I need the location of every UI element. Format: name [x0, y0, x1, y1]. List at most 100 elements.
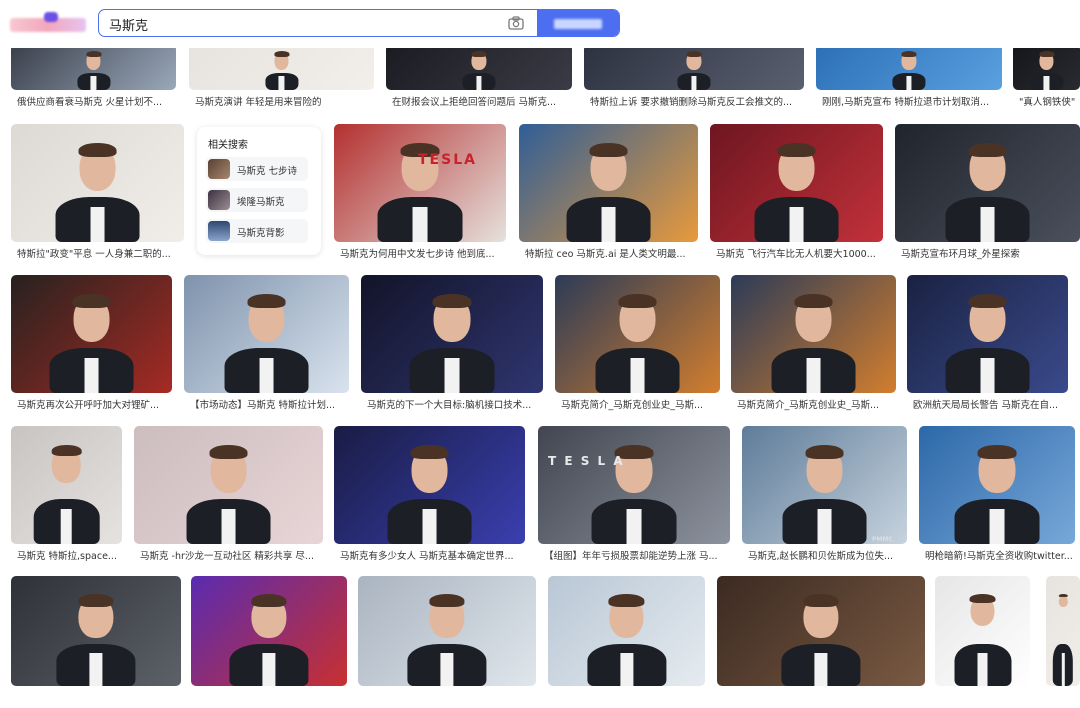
result-caption[interactable]: 马斯克 飞行汽车比无人机要大1000...	[716, 246, 883, 260]
image-result-tile[interactable]: 马斯克演讲 年轻是用来冒险的	[189, 44, 374, 112]
image-result-tile[interactable]: 马斯克宣布环月球_外星探索	[895, 124, 1080, 264]
image-result-tile[interactable]: 马斯克简介_马斯克创业史_马斯...	[555, 275, 720, 415]
image-result-tile[interactable]: 马斯克 飞行汽车比无人机要大1000...	[710, 124, 883, 264]
result-thumbnail[interactable]	[11, 426, 122, 544]
search-button[interactable]	[537, 10, 619, 36]
image-result-tile[interactable]	[358, 576, 536, 708]
result-thumbnail[interactable]	[191, 576, 347, 686]
image-result-tile[interactable]: "真人钢铁侠"	[1013, 44, 1080, 112]
result-caption[interactable]: 【市场动态】马斯克 特斯拉计划...	[190, 397, 349, 411]
result-thumbnail[interactable]	[519, 124, 698, 242]
result-thumbnail[interactable]	[816, 44, 1002, 90]
image-result-tile[interactable]: 明枪暗箭!马斯克全资收购twitter...	[919, 426, 1075, 566]
image-result-tile[interactable]: 欧洲航天局局长警告 马斯克在自...	[907, 275, 1068, 415]
result-caption[interactable]: 在财报会议上拒绝回答问题后 马斯克...	[392, 94, 572, 108]
tesla-sign-text: T E S L A	[548, 454, 625, 468]
result-thumbnail[interactable]	[11, 44, 176, 90]
person-silhouette	[1029, 44, 1064, 90]
result-caption[interactable]: 欧洲航天局局长警告 马斯克在自...	[913, 397, 1068, 411]
result-caption[interactable]: 马斯克 -hr沙龙一互动社区 精彩共享 尽...	[140, 548, 323, 562]
image-result-tile[interactable]	[11, 576, 181, 708]
image-result-tile[interactable]: 马斯克再次公开呼吁加大对锂矿...	[11, 275, 172, 415]
result-thumbnail[interactable]	[11, 124, 184, 242]
result-thumbnail[interactable]	[538, 426, 730, 544]
image-result-tile[interactable]: 特斯拉"政变"平息 一人身兼二职的...	[11, 124, 184, 264]
image-result-tile[interactable]: 在财报会议上拒绝回答问题后 马斯克...	[386, 44, 572, 112]
result-caption[interactable]: 马斯克简介_马斯克创业史_马斯...	[561, 397, 720, 411]
image-result-tile[interactable]: 特斯拉上诉 要求撤销删除马斯克反工会推文的...	[584, 44, 804, 112]
result-caption[interactable]: 【组图】年年亏损股票却能逆势上涨 马...	[544, 548, 730, 562]
result-thumbnail[interactable]	[11, 576, 181, 686]
result-thumbnail[interactable]	[334, 426, 525, 544]
image-result-tile[interactable]: 马斯克 -hr沙龙一互动社区 精彩共享 尽...	[134, 426, 323, 566]
site-logo[interactable]	[10, 12, 88, 34]
watermark-text: PMMC	[872, 536, 893, 543]
result-caption[interactable]: 刚刚,马斯克宣布 特斯拉退市计划取消...	[822, 94, 1002, 108]
result-thumbnail[interactable]	[189, 44, 374, 90]
image-result-tile[interactable]: 马斯克,赵长鹏和贝佐斯成为位失...	[742, 426, 907, 566]
person-silhouette	[771, 275, 856, 393]
image-result-tile[interactable]: 俄供应商看衰马斯克 火星计划不...	[11, 44, 176, 112]
image-result-tile[interactable]	[935, 576, 1030, 708]
result-caption[interactable]: 马斯克再次公开呼吁加大对锂矿...	[17, 397, 172, 411]
image-result-tile[interactable]	[717, 576, 925, 708]
result-thumbnail[interactable]	[334, 124, 506, 242]
result-thumbnail[interactable]	[548, 576, 705, 686]
person-silhouette	[781, 576, 861, 686]
related-thumb	[208, 159, 230, 179]
image-result-tile[interactable]: 马斯克简介_马斯克创业史_马斯...	[731, 275, 896, 415]
result-thumbnail[interactable]	[11, 275, 172, 393]
image-result-tile[interactable]: 特斯拉 ceo 马斯克.ai 是人类文明最...	[519, 124, 698, 264]
result-thumbnail[interactable]	[710, 124, 883, 242]
result-caption[interactable]: 马斯克宣布环月球_外星探索	[901, 246, 1080, 260]
result-thumbnail[interactable]	[919, 426, 1075, 544]
result-thumbnail[interactable]	[584, 44, 804, 90]
image-result-tile[interactable]: 【组图】年年亏损股票却能逆势上涨 马...	[538, 426, 730, 566]
image-result-tile[interactable]	[191, 576, 347, 708]
image-result-tile[interactable]: 刚刚,马斯克宣布 特斯拉退市计划取消...	[816, 44, 1002, 112]
result-thumbnail[interactable]	[361, 275, 543, 393]
image-result-tile[interactable]: 马斯克的下一个大目标:脑机接口技术...	[361, 275, 543, 415]
person-silhouette	[229, 576, 309, 686]
result-thumbnail[interactable]	[895, 124, 1080, 242]
result-thumbnail[interactable]	[935, 576, 1030, 686]
result-caption[interactable]: 马斯克简介_马斯克创业史_马斯...	[737, 397, 896, 411]
result-caption[interactable]: 马斯克的下一个大目标:脑机接口技术...	[367, 397, 543, 411]
related-item[interactable]: 马斯克 七步诗	[206, 157, 308, 181]
result-caption[interactable]: 特斯拉上诉 要求撤销删除马斯克反工会推文的...	[590, 94, 804, 108]
camera-icon[interactable]	[508, 16, 524, 30]
result-thumbnail[interactable]	[184, 275, 349, 393]
result-caption[interactable]: 明枪暗箭!马斯克全资收购twitter...	[925, 548, 1075, 562]
result-thumbnail[interactable]	[907, 275, 1068, 393]
search-input[interactable]	[109, 10, 489, 36]
result-thumbnail[interactable]	[386, 44, 572, 90]
result-caption[interactable]: 马斯克 特斯拉,space...	[17, 548, 122, 562]
person-silhouette	[224, 275, 309, 393]
result-thumbnail[interactable]	[358, 576, 536, 686]
related-item[interactable]: 埃隆马斯克	[206, 188, 308, 212]
result-thumbnail[interactable]	[717, 576, 925, 686]
result-thumbnail[interactable]	[731, 275, 896, 393]
image-result-tile[interactable]	[1046, 576, 1080, 708]
image-result-tile[interactable]: 【市场动态】马斯克 特斯拉计划...	[184, 275, 349, 415]
related-searches-title: 相关搜索	[208, 140, 248, 151]
result-caption[interactable]: 俄供应商看衰马斯克 火星计划不...	[17, 94, 176, 108]
image-result-tile[interactable]: 马斯克有多少女人 马斯克基本确定世界...	[334, 426, 525, 566]
result-thumbnail[interactable]	[742, 426, 907, 544]
image-result-tile[interactable]: 马斯克为何用中文发七步诗 他到底...	[334, 124, 506, 264]
result-caption[interactable]: 马斯克演讲 年轻是用来冒险的	[195, 94, 374, 108]
result-thumbnail[interactable]	[555, 275, 720, 393]
result-thumbnail[interactable]	[1046, 576, 1080, 686]
result-caption[interactable]: 马斯克有多少女人 马斯克基本确定世界...	[340, 548, 525, 562]
result-caption[interactable]: 特斯拉"政变"平息 一人身兼二职的...	[17, 246, 184, 260]
image-result-tile[interactable]	[548, 576, 705, 708]
image-result-tile[interactable]: 马斯克 特斯拉,space...	[11, 426, 122, 566]
result-caption[interactable]: 特斯拉 ceo 马斯克.ai 是人类文明最...	[525, 246, 698, 260]
result-thumbnail[interactable]	[134, 426, 323, 544]
related-item[interactable]: 马斯克背影	[206, 219, 308, 243]
result-caption[interactable]: 马斯克,赵长鹏和贝佐斯成为位失...	[748, 548, 907, 562]
result-caption[interactable]: "真人钢铁侠"	[1019, 94, 1080, 108]
related-thumb	[208, 221, 230, 241]
result-caption[interactable]: 马斯克为何用中文发七步诗 他到底...	[340, 246, 506, 260]
result-thumbnail[interactable]	[1013, 44, 1080, 90]
